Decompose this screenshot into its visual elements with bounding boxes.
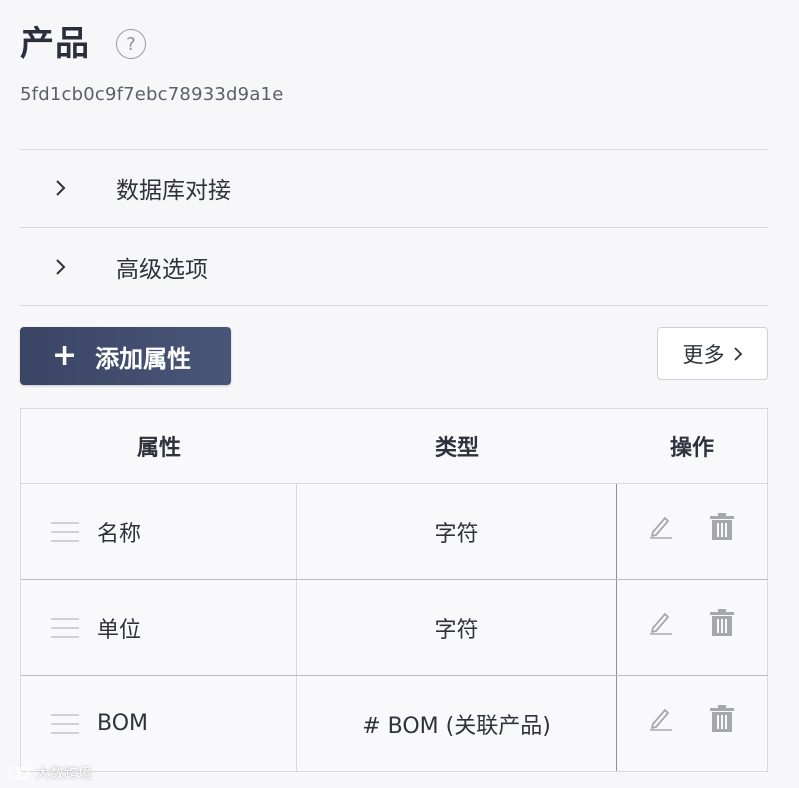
edit-icon[interactable] <box>647 608 675 636</box>
title-row: 产品 ? <box>20 22 146 66</box>
attribute-name: 名称 <box>97 521 142 547</box>
plus-icon: + <box>52 338 78 373</box>
chevron-right-icon <box>54 178 84 198</box>
attribute-type: 字符 <box>297 484 617 579</box>
entity-id: 5fd1cb0c9f7ebc78933d9a1e <box>20 84 284 105</box>
delete-icon[interactable] <box>709 608 735 638</box>
help-glyph: ? <box>126 33 136 55</box>
more-label: 更多 <box>682 342 725 367</box>
column-header-actions: 操作 <box>669 436 714 461</box>
column-header-type: 类型 <box>434 436 479 461</box>
column-header-attribute: 属性 <box>136 436 181 461</box>
table-row: 单位 字符 <box>21 580 767 676</box>
attribute-name-cell: 单位 <box>21 580 297 675</box>
delete-icon[interactable] <box>709 704 735 734</box>
section-advanced-options[interactable]: 高级选项 <box>20 227 768 306</box>
attribute-name-cell: BOM <box>21 676 297 771</box>
attribute-name: 单位 <box>97 617 142 643</box>
section-label-database: 数据库对接 <box>116 178 231 204</box>
table-row: BOM # BOM (关联产品) <box>21 676 767 771</box>
more-button[interactable]: 更多 <box>657 327 768 380</box>
section-database-connection[interactable]: 数据库对接 <box>20 149 768 226</box>
attribute-type: # BOM (关联产品) <box>297 676 617 771</box>
section-label-advanced: 高级选项 <box>116 256 208 283</box>
attribute-type: 字符 <box>297 580 617 675</box>
drag-handle-icon[interactable] <box>51 713 79 734</box>
table-row: 名称 字符 <box>21 484 767 580</box>
edit-icon[interactable] <box>647 704 675 732</box>
question-circle-icon[interactable]: ? <box>116 29 146 59</box>
actions-cell <box>617 676 767 771</box>
add-attribute-label: 添加属性 <box>95 344 192 373</box>
delete-icon[interactable] <box>709 512 735 542</box>
attribute-table: 属性 类型 操作 名称 字符 单位 字符 BOM # BOM (关联产品) <box>20 408 768 772</box>
chevron-right-icon <box>733 346 743 362</box>
drag-handle-icon[interactable] <box>51 617 79 638</box>
table-header: 属性 类型 操作 <box>21 409 767 484</box>
attribute-name-cell: 名称 <box>21 484 297 579</box>
watermark-text: 大数跨境 <box>36 766 92 782</box>
chevron-right-icon <box>54 257 84 277</box>
add-attribute-button[interactable]: + 添加属性 <box>20 327 231 385</box>
actions-cell <box>617 484 767 579</box>
product-entity-page: 产品 ? 5fd1cb0c9f7ebc78933d9a1e 数据库对接 高级选项… <box>0 0 799 788</box>
drag-handle-icon[interactable] <box>51 521 79 542</box>
edit-icon[interactable] <box>647 512 675 540</box>
watermark: 大数跨境 <box>8 763 92 783</box>
page-title: 产品 <box>20 24 90 64</box>
watermark-logo-icon <box>8 766 30 780</box>
attribute-name: BOM <box>97 711 149 736</box>
actions-cell <box>617 580 767 675</box>
